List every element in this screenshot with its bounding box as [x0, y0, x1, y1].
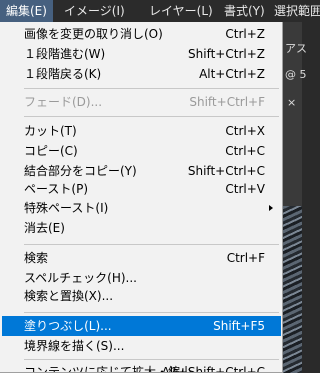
menu-item-shortcut: Ctrl+F [226, 251, 265, 265]
menu-layer[interactable]: レイヤー(L) [143, 0, 219, 22]
menu-item-label: 塗りつぶし(L)... [24, 319, 112, 333]
menu-separator [24, 88, 279, 89]
menu-item-undo[interactable]: 画像を変更の取り消し(O) Ctrl+Z [2, 24, 281, 44]
menu-bar: 編集(E) イメージ(I) レイヤー(L) 書式(Y) 選択範囲 [0, 0, 320, 22]
menu-item-paste-special[interactable]: 特殊ペースト(I) [2, 198, 281, 218]
menu-item-step-backward[interactable]: １段階戻る(K) Alt+Ctrl+Z [2, 64, 281, 84]
menu-item-spell-check[interactable]: スペルチェック(H)... [2, 268, 281, 288]
menu-item-content-aware-scale[interactable]: コンテンツに応じて拡大・縮小 Alt+Shift+Ctrl+C [2, 362, 281, 373]
menu-item-clear[interactable]: 消去(E) [2, 218, 281, 238]
menu-item-cut[interactable]: カット(T) Ctrl+X [2, 121, 281, 141]
edit-dropdown-menu: 画像を変更の取り消し(O) Ctrl+Z １段階進む(W) Shift+Ctrl… [0, 22, 283, 373]
menu-item-label: 結合部分をコピー(Y) [24, 164, 137, 178]
menu-item-shortcut: Ctrl+Z [225, 27, 265, 41]
menu-image[interactable]: イメージ(I) [58, 0, 131, 22]
menu-item-label: スペルチェック(H)... [24, 271, 137, 285]
menu-item-fill[interactable]: 塗りつぶし(L)... Shift+F5 [2, 316, 281, 336]
menu-separator [24, 244, 279, 245]
menu-item-fade[interactable]: フェード(D)... Shift+Ctrl+F [2, 92, 281, 112]
menu-item-copy[interactable]: コピー(C) Ctrl+C [2, 141, 281, 161]
menu-item-label: ペースト(P) [24, 182, 88, 196]
menu-edit[interactable]: 編集(E) [0, 0, 53, 22]
submenu-arrow-icon [269, 205, 273, 211]
menu-item-label: 特殊ペースト(I) [24, 201, 109, 215]
menu-item-paste[interactable]: ペースト(P) Ctrl+V [2, 179, 281, 199]
menu-item-shortcut: Shift+Ctrl+C [187, 164, 265, 178]
menu-select[interactable]: 選択範囲 [268, 0, 320, 22]
menu-item-label: カット(T) [24, 124, 77, 138]
menu-separator [24, 359, 279, 360]
menu-type[interactable]: 書式(Y) [218, 0, 271, 22]
background-close-icon: × [287, 96, 297, 109]
menu-item-copy-merged[interactable]: 結合部分をコピー(Y) Shift+Ctrl+C [2, 161, 281, 181]
menu-separator [24, 116, 279, 117]
menu-item-shortcut: Alt+Ctrl+Z [199, 67, 265, 81]
menu-item-shortcut: Ctrl+X [225, 124, 265, 138]
menu-item-label: 検索 [24, 251, 49, 265]
menu-item-label: 境界線を描く(S)... [24, 339, 125, 353]
menu-item-stroke[interactable]: 境界線を描く(S)... [2, 336, 281, 356]
menu-item-label: １段階戻る(K) [24, 67, 102, 81]
menu-item-step-forward[interactable]: １段階進む(W) Shift+Ctrl+Z [2, 44, 281, 64]
menu-item-find-replace[interactable]: 検索と置換(X)... [2, 286, 281, 306]
background-photo [283, 206, 302, 373]
menu-item-shortcut: Alt+Shift+Ctrl+C [161, 365, 265, 373]
menu-item-shortcut: Shift+Ctrl+F [189, 95, 265, 109]
background-text-fragment: アス [285, 42, 307, 55]
menu-item-shortcut: Ctrl+C [225, 144, 265, 158]
menu-item-shortcut: Ctrl+V [225, 182, 265, 196]
menu-item-shortcut: Shift+Ctrl+Z [188, 47, 265, 61]
menu-item-label: 消去(E) [24, 221, 65, 235]
menu-item-search[interactable]: 検索 Ctrl+F [2, 248, 281, 268]
menu-item-label: 画像を変更の取り消し(O) [24, 27, 163, 41]
background-text-fragment: @ 5 [285, 68, 307, 81]
menu-item-label: １段階進む(W) [24, 47, 106, 61]
menu-item-label: コピー(C) [24, 144, 78, 158]
menu-separator [24, 312, 279, 313]
menu-item-label: 検索と置換(X)... [24, 289, 114, 303]
menu-item-shortcut: Shift+F5 [213, 319, 265, 333]
menu-item-label: フェード(D)... [24, 95, 103, 109]
